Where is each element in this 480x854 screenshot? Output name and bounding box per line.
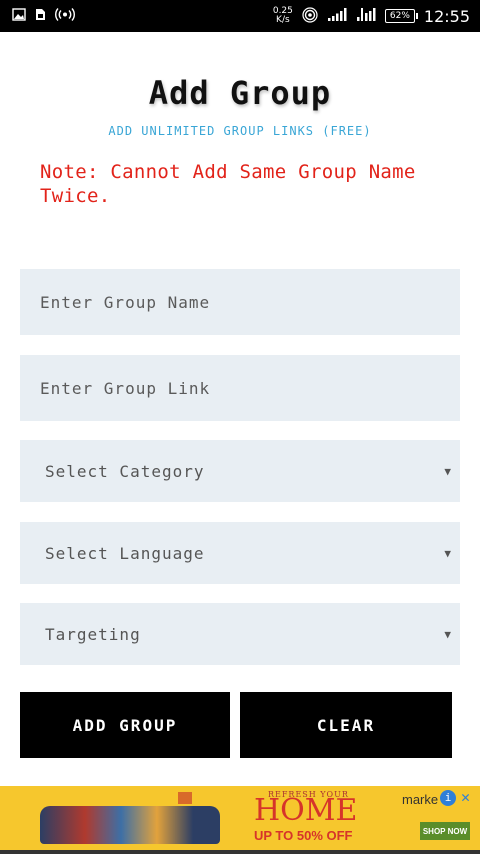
ad-brand-logo: marke <box>402 792 439 807</box>
note-warning: Note: Cannot Add Same Group Name Twice. <box>40 161 416 207</box>
clock: 12:55 <box>423 6 470 26</box>
network-speed-unit: K/s <box>276 15 290 25</box>
group-name-field[interactable] <box>20 269 460 335</box>
chevron-down-icon: ▼ <box>444 464 452 478</box>
network-speed: 0.25 K/s <box>273 7 293 25</box>
chevron-down-icon: ▼ <box>444 627 452 641</box>
lamp-image <box>178 792 192 804</box>
battery-level: 62% <box>389 11 410 21</box>
battery-icon: 62% <box>384 9 418 23</box>
group-link-field[interactable] <box>20 355 460 421</box>
targeting-select-label: Targeting <box>45 624 141 644</box>
status-bar: 0.25 K/s 62% 12:55 <box>0 0 480 32</box>
hotspot-icon <box>302 6 318 26</box>
image-icon <box>12 8 26 24</box>
group-link-input[interactable] <box>40 378 460 398</box>
ad-banner[interactable]: REFRESH YOUR HOME UP TO 50% OFF marke i … <box>0 786 480 850</box>
targeting-select[interactable]: Targeting ▼ <box>20 603 460 665</box>
ad-headline: HOME <box>254 793 358 828</box>
info-icon[interactable]: i <box>440 790 456 806</box>
bottom-strip <box>0 850 480 854</box>
signal-2-icon <box>356 8 376 24</box>
language-select-label: Select Language <box>45 543 205 563</box>
shop-now-button[interactable]: SHOP NOW <box>420 822 470 840</box>
page-title: Add Group <box>148 74 332 112</box>
broadcast-icon <box>55 8 75 24</box>
clear-button[interactable]: CLEAR <box>240 692 452 758</box>
sofa-image <box>40 806 220 844</box>
category-select[interactable]: Select Category ▼ <box>20 440 460 502</box>
chevron-down-icon: ▼ <box>444 546 452 560</box>
close-icon[interactable]: ✕ <box>461 788 470 806</box>
language-select[interactable]: Select Language ▼ <box>20 522 460 584</box>
group-name-input[interactable] <box>40 292 460 312</box>
status-bar-left <box>12 8 75 24</box>
category-select-label: Select Category <box>45 461 205 481</box>
page-subtitle: ADD UNLIMITED GROUP LINKS (FREE) <box>108 124 372 138</box>
status-bar-right: 0.25 K/s 62% 12:55 <box>273 7 470 26</box>
sim-icon <box>35 8 46 24</box>
ad-offer: UP TO 50% OFF <box>254 828 353 843</box>
signal-icon <box>327 8 347 24</box>
add-group-button[interactable]: ADD GROUP <box>20 692 230 758</box>
